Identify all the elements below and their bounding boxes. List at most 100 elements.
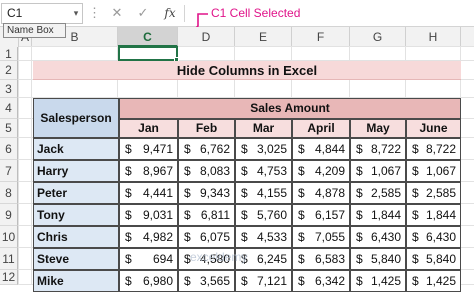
column-header-e[interactable]: E	[235, 27, 292, 47]
currency-symbol: $	[412, 186, 419, 200]
column-header-f[interactable]: F	[292, 27, 350, 47]
sales-value-cell[interactable]: $6,811	[178, 204, 235, 226]
sales-value: 8,722	[370, 142, 401, 156]
currency-symbol: $	[184, 274, 191, 288]
sales-value-cell[interactable]: $694	[119, 248, 178, 270]
row-header-5[interactable]: 5	[0, 119, 18, 138]
sales-value-cell[interactable]: $9,471	[119, 138, 178, 160]
cancel-icon[interactable]: ✕	[108, 4, 126, 22]
sales-value: 6,430	[425, 230, 456, 244]
sales-value-cell[interactable]: $6,430	[350, 226, 406, 248]
sales-value-cell[interactable]: $3,025	[235, 138, 292, 160]
row-header-2[interactable]: 2	[0, 61, 18, 80]
salesperson-cell[interactable]: Mike	[33, 270, 119, 292]
sales-value-cell[interactable]: $5,760	[235, 204, 292, 226]
currency-symbol: $	[356, 230, 363, 244]
month-header-may[interactable]: May	[350, 119, 406, 138]
sales-value: 4,878	[314, 186, 345, 200]
sales-value-cell[interactable]: $6,075	[178, 226, 235, 248]
salesperson-cell[interactable]: Tony	[33, 204, 119, 226]
row-header-12[interactable]: 12	[0, 270, 18, 285]
sales-amount-header[interactable]: Sales Amount	[119, 98, 461, 119]
sales-value-cell[interactable]: $6,342	[292, 270, 350, 292]
row-header-6[interactable]: 6	[0, 138, 18, 160]
month-header-june[interactable]: June	[406, 119, 461, 138]
sales-value-cell[interactable]: $4,441	[119, 182, 178, 204]
sales-value-cell[interactable]: $4,209	[292, 160, 350, 182]
sales-value-cell[interactable]: $4,878	[292, 182, 350, 204]
sales-value-cell[interactable]: $5,840	[350, 248, 406, 270]
column-header-c[interactable]: C	[118, 27, 178, 47]
sales-value-cell[interactable]: $4,753	[235, 160, 292, 182]
sales-value-cell[interactable]: $1,067	[406, 160, 461, 182]
currency-symbol: $	[356, 186, 363, 200]
sales-value-cell[interactable]: $1,067	[350, 160, 406, 182]
row-header-3[interactable]: 3	[0, 80, 18, 98]
currency-symbol: $	[298, 252, 305, 266]
row-header-8[interactable]: 8	[0, 182, 18, 204]
month-header-feb[interactable]: Feb	[178, 119, 235, 138]
row-header-11[interactable]: 11	[0, 248, 18, 270]
sales-value-cell[interactable]: $6,583	[292, 248, 350, 270]
currency-symbol: $	[298, 164, 305, 178]
sales-value-cell[interactable]: $1,844	[406, 204, 461, 226]
currency-symbol: $	[184, 164, 191, 178]
row-header-9[interactable]: 9	[0, 204, 18, 226]
sales-value-cell[interactable]: $8,083	[178, 160, 235, 182]
formula-bar-divider	[184, 5, 185, 22]
salesperson-cell[interactable]: Harry	[33, 160, 119, 182]
sales-value-cell[interactable]: $4,844	[292, 138, 350, 160]
sales-value-cell[interactable]: $8,722	[350, 138, 406, 160]
enter-icon[interactable]: ✓	[134, 4, 152, 22]
sales-value-cell[interactable]: $4,533	[235, 226, 292, 248]
month-header-april[interactable]: April	[292, 119, 350, 138]
sales-value-cell[interactable]: $8,722	[406, 138, 461, 160]
sales-value: 1,425	[370, 274, 401, 288]
sales-value-cell[interactable]: $8,967	[119, 160, 178, 182]
sales-value-cell[interactable]: $6,430	[406, 226, 461, 248]
sales-value-cell[interactable]: $6,762	[178, 138, 235, 160]
sales-value: 9,343	[199, 186, 230, 200]
sales-value: 5,840	[370, 252, 401, 266]
row-header-4[interactable]: 4	[0, 98, 18, 119]
selected-cell-c1[interactable]	[118, 46, 178, 61]
row-header-7[interactable]: 7	[0, 160, 18, 182]
sales-value-cell[interactable]: $2,585	[406, 182, 461, 204]
row-header-1[interactable]: 1	[0, 47, 18, 61]
row-header-10[interactable]: 10	[0, 226, 18, 248]
sales-value-cell[interactable]: $2,585	[350, 182, 406, 204]
column-header-g[interactable]: G	[350, 27, 406, 47]
sales-value-cell[interactable]: $6,980	[119, 270, 178, 292]
sales-value: 4,209	[314, 164, 345, 178]
salesperson-header[interactable]: Salesperson	[33, 98, 119, 138]
chevron-down-icon[interactable]: ▾	[70, 3, 82, 23]
salesperson-cell[interactable]: Peter	[33, 182, 119, 204]
sales-value-cell[interactable]: $5,840	[406, 248, 461, 270]
column-header-h[interactable]: H	[406, 27, 461, 47]
sales-value-cell[interactable]: $1,425	[406, 270, 461, 292]
sales-value: 1,844	[370, 208, 401, 222]
sales-value-cell[interactable]: $4,155	[235, 182, 292, 204]
insert-function-icon[interactable]: fx	[160, 4, 180, 22]
month-header-mar[interactable]: Mar	[235, 119, 292, 138]
sales-value-cell[interactable]: $7,055	[292, 226, 350, 248]
sales-value-cell[interactable]: $1,425	[350, 270, 406, 292]
currency-symbol: $	[412, 142, 419, 156]
sales-value-cell[interactable]: $9,343	[178, 182, 235, 204]
sales-value-cell[interactable]: $4,982	[119, 226, 178, 248]
sales-value-cell[interactable]: $6,157	[292, 204, 350, 226]
salesperson-cell[interactable]: Chris	[33, 226, 119, 248]
sales-value: 6,075	[199, 230, 230, 244]
salesperson-cell[interactable]: Steve	[33, 248, 119, 270]
sales-value-cell[interactable]: $9,031	[119, 204, 178, 226]
sales-value-cell[interactable]: $3,565	[178, 270, 235, 292]
month-header-jan[interactable]: Jan	[119, 119, 178, 138]
currency-symbol: $	[298, 274, 305, 288]
salesperson-cell[interactable]: Jack	[33, 138, 119, 160]
sales-value: 4,441	[142, 186, 173, 200]
sales-value-cell[interactable]: $7,121	[235, 270, 292, 292]
currency-symbol: $	[125, 252, 132, 266]
sales-value: 6,157	[314, 208, 345, 222]
column-header-d[interactable]: D	[178, 27, 235, 47]
sales-value-cell[interactable]: $1,844	[350, 204, 406, 226]
